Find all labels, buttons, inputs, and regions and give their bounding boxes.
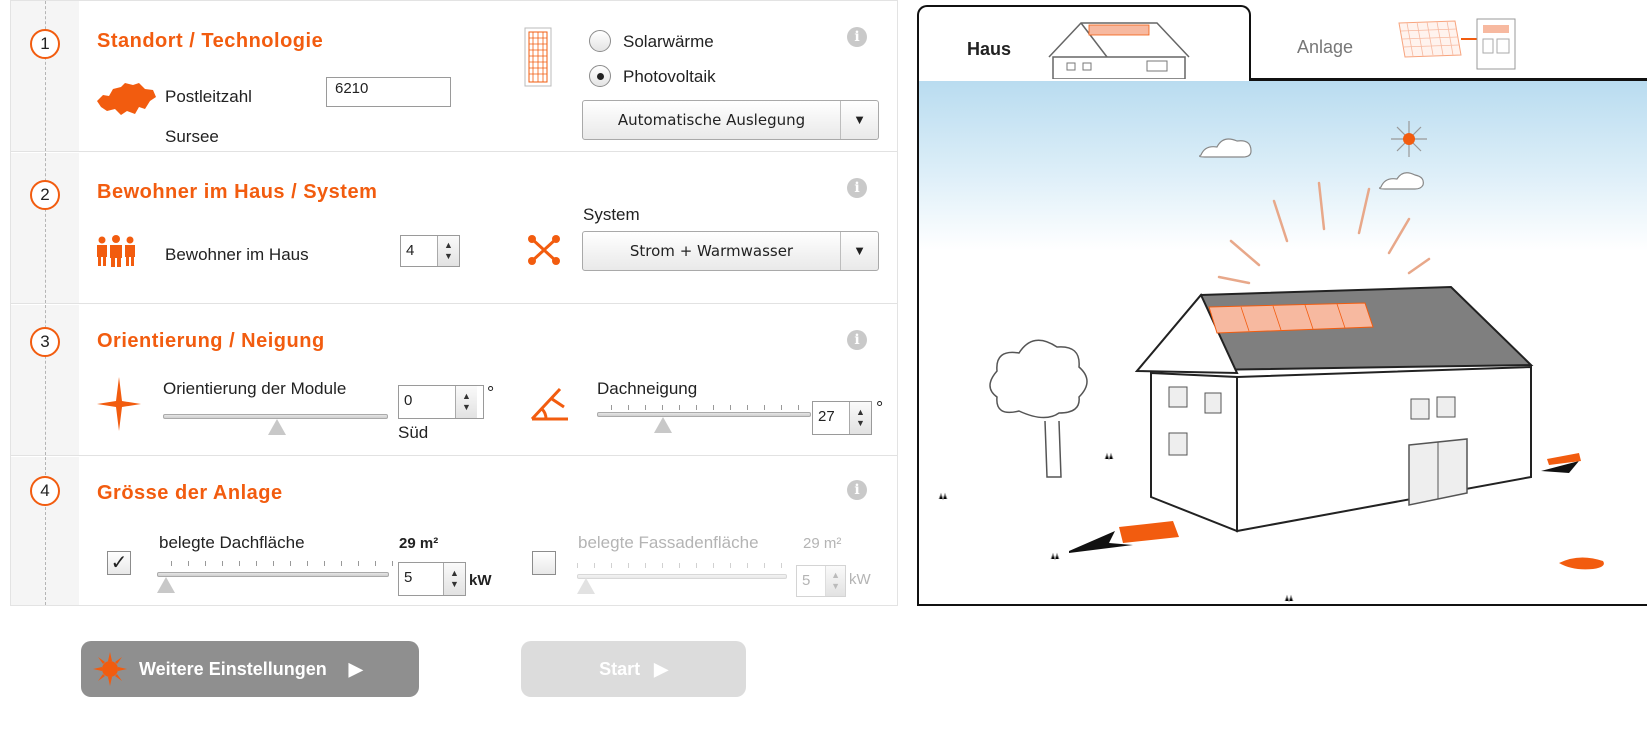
sun-gear-icon: [93, 652, 127, 686]
section-title: Bewohner im Haus / System: [97, 181, 378, 203]
postleitzahl-label: Postleitzahl: [165, 87, 252, 106]
play-arrow-icon: ▶: [348, 658, 363, 679]
dachneigung-value: 27: [818, 408, 835, 425]
dachneigung-slider[interactable]: [597, 412, 811, 417]
house-scene-illustration: [938, 121, 1604, 603]
system-label: System: [583, 205, 640, 224]
switzerland-map-icon: [97, 83, 156, 115]
fassadenflaeche-slider[interactable]: [577, 574, 787, 579]
weitere-einstellungen-button[interactable]: Weitere Einstellungen ▶: [81, 641, 419, 697]
step-number: 4: [30, 476, 60, 506]
stepper-arrows-icon[interactable]: ▲ ▼: [849, 402, 871, 434]
radio-solarwaerme[interactable]: [589, 30, 611, 52]
section-orientierung: 3 Orientierung / Neigung Orientierung de…: [11, 305, 897, 456]
tab-anlage[interactable]: Anlage: [1251, 5, 1647, 80]
orientierung-label: Orientierung der Module: [163, 379, 347, 398]
tab-haus[interactable]: Haus: [917, 5, 1251, 81]
degree-unit: °: [876, 398, 884, 418]
preview-panel: Haus Anlage: [917, 5, 1647, 606]
system-value: Strom + Warmwasser: [629, 242, 794, 260]
compass-star-icon: [97, 377, 141, 431]
start-label: Start: [599, 658, 641, 679]
fassade-kw-value: 5: [802, 572, 811, 589]
stepper-arrows-icon[interactable]: ▲ ▼: [443, 563, 465, 595]
section-bewohner: 2 Bewohner im Haus / System Bewohner im …: [11, 153, 897, 304]
orientierung-slider-thumb[interactable]: [268, 419, 286, 435]
ort-label: Sursee: [165, 127, 219, 146]
play-arrow-icon: ▶: [654, 658, 668, 679]
tab-haus-label: Haus: [967, 39, 1012, 59]
step-number: 3: [30, 327, 60, 357]
dach-kw-value: 5: [404, 569, 413, 586]
dachflaeche-slider-thumb[interactable]: [157, 577, 175, 593]
chevron-down-icon: ▼: [840, 232, 878, 270]
dachflaeche-checkbox[interactable]: ✓: [107, 551, 131, 575]
house-scene: [917, 79, 1647, 606]
stepper-arrows-icon[interactable]: ▲ ▼: [455, 386, 477, 418]
auslegung-value: Automatische Auslegung: [617, 111, 806, 129]
section-standort: 1 Standort / Technologie Postleitzahl 62…: [11, 1, 897, 152]
system-dropdown[interactable]: Strom + Warmwasser ▼: [582, 231, 879, 271]
configuration-form: 1 Standort / Technologie Postleitzahl 62…: [10, 0, 898, 606]
dachflaeche-slider[interactable]: [157, 572, 389, 577]
fassadenflaeche-area: 29 m²: [803, 535, 842, 552]
info-icon[interactable]: i: [847, 178, 867, 198]
step-number: 1: [30, 29, 60, 59]
dachneigung-label: Dachneigung: [597, 379, 698, 398]
bewohner-value: 4: [406, 242, 415, 259]
direction-label: Süd: [398, 423, 429, 442]
fassadenflaeche-label: belegte Fassadenfläche: [578, 533, 759, 552]
dachneigung-stepper[interactable]: 27 ▲ ▼: [812, 401, 872, 435]
stepper-arrows-icon[interactable]: ▲ ▼: [437, 236, 459, 266]
info-icon[interactable]: i: [847, 27, 867, 47]
info-icon[interactable]: i: [847, 330, 867, 350]
orientierung-value: 0: [404, 392, 413, 409]
section-title: Orientierung / Neigung: [97, 330, 325, 352]
photovoltaik-label: Photovoltaik: [623, 67, 716, 86]
bewohner-stepper[interactable]: 4 ▲ ▼: [400, 235, 460, 267]
dachflaeche-area: 29 m²: [399, 535, 439, 552]
start-button[interactable]: Start ▶: [521, 641, 746, 697]
section-title: Standort / Technologie: [97, 30, 324, 52]
dach-kw-stepper[interactable]: 5 ▲ ▼: [398, 562, 466, 596]
kw-unit: kW: [469, 572, 492, 589]
postleitzahl-input[interactable]: 6210: [326, 77, 451, 107]
kw-unit: kW: [849, 571, 871, 588]
step-number: 2: [30, 180, 60, 210]
tab-anlage-label: Anlage: [1297, 37, 1354, 57]
section-groesse: 4 Grösse der Anlage ✓ belegte Dachfläche…: [11, 457, 897, 605]
solarwaerme-label: Solarwärme: [623, 32, 714, 51]
auslegung-dropdown[interactable]: Automatische Auslegung ▼: [582, 100, 879, 140]
dachneigung-slider-thumb[interactable]: [654, 417, 672, 433]
section-title: Grösse der Anlage: [97, 482, 283, 504]
radio-photovoltaik[interactable]: [589, 65, 611, 87]
weitere-einstellungen-label: Weitere Einstellungen: [139, 658, 327, 679]
fassadenflaeche-slider-thumb[interactable]: [577, 578, 595, 594]
people-icon: [97, 235, 135, 267]
stepper-arrows-icon[interactable]: ▲ ▼: [825, 566, 845, 596]
installation-tab-icon: [1398, 18, 1516, 70]
degree-unit: °: [487, 383, 495, 403]
roof-angle-icon: [530, 387, 568, 421]
info-icon[interactable]: i: [847, 480, 867, 500]
fassadenflaeche-checkbox[interactable]: [532, 551, 556, 575]
house-tab-icon: [1048, 22, 1190, 79]
dachflaeche-label: belegte Dachfläche: [159, 533, 305, 552]
solar-panel-icon: [524, 27, 552, 87]
bewohner-label: Bewohner im Haus: [165, 245, 309, 264]
fassade-kw-stepper[interactable]: 5 ▲ ▼: [796, 565, 846, 597]
orientierung-stepper[interactable]: 0 ▲ ▼: [398, 385, 484, 419]
system-network-icon: [528, 235, 560, 265]
chevron-down-icon: ▼: [840, 101, 878, 139]
